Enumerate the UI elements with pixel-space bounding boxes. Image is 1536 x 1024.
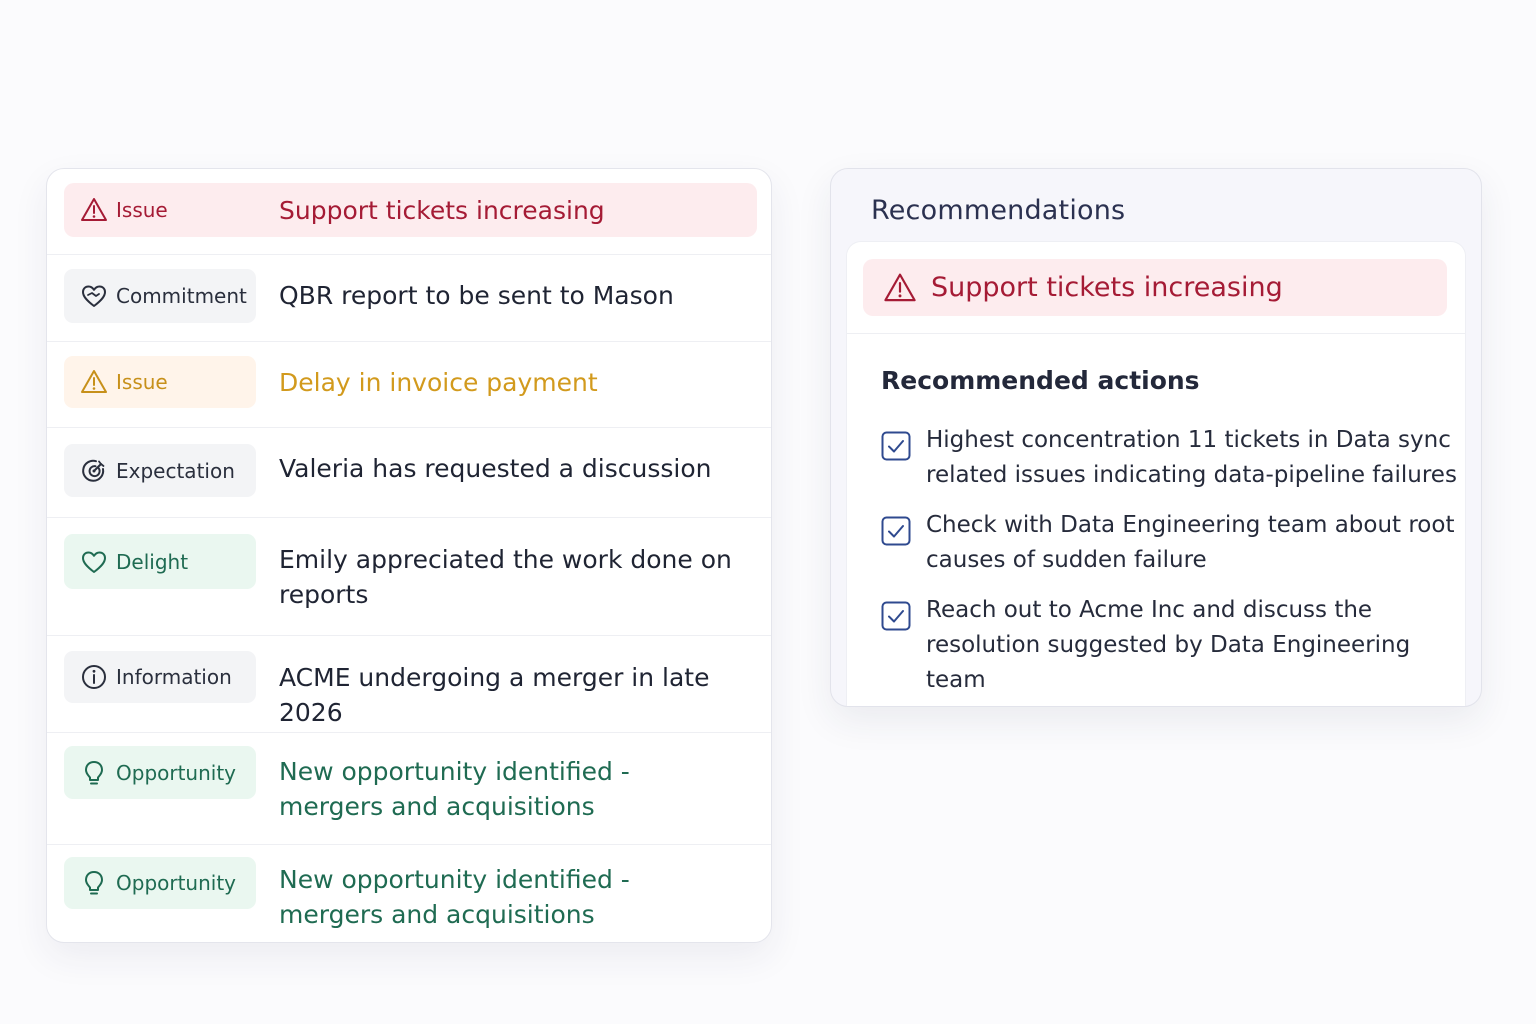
tag-expectation: Expectation — [64, 444, 256, 497]
tag-information: Information — [64, 651, 256, 703]
divider — [847, 333, 1465, 334]
action-text: Highest concentration 11 tickets in Data… — [926, 427, 1457, 488]
signal-row-delight[interactable]: Delight Emily appreciated the work done … — [47, 517, 771, 636]
tag-label: Opportunity — [116, 760, 237, 785]
signal-text: Support tickets increasing — [279, 196, 605, 225]
issue-banner[interactable]: Support tickets increasing — [863, 259, 1447, 316]
tag-label: Opportunity — [116, 871, 237, 895]
handshake-heart-icon — [80, 282, 108, 310]
signal-text: New opportunity identified - mergers and… — [279, 757, 630, 821]
heart-icon — [80, 548, 108, 576]
tag-issue: Issue — [64, 183, 256, 237]
checkbox-checked-icon[interactable] — [881, 516, 911, 546]
tag-label: Delight — [116, 549, 189, 574]
tag-commitment: Commitment — [64, 269, 256, 323]
signal-text: Valeria has requested a discussion — [279, 454, 712, 483]
issue-banner-text: Support tickets increasing — [931, 272, 1283, 303]
signal-text: Delay in invoice payment — [279, 368, 598, 397]
target-icon — [80, 457, 108, 485]
signal-text: New opportunity identified - mergers and… — [279, 865, 630, 929]
recommended-actions-heading: Recommended actions — [881, 366, 1200, 395]
lightbulb-icon — [80, 869, 108, 897]
tag-label: Issue — [116, 370, 168, 394]
signal-text: ACME undergoing a merger in late 2026 — [279, 663, 710, 727]
signal-text: Emily appreciated the work done on repor… — [279, 545, 732, 609]
recommendations-content: Support tickets increasing Recommended a… — [847, 242, 1465, 706]
warning-icon — [883, 271, 917, 305]
checkbox-checked-icon[interactable] — [881, 601, 911, 631]
warning-icon — [80, 368, 108, 396]
signals-card: Issue Support tickets increasing Commitm… — [46, 168, 772, 943]
signal-row-issue-invoice[interactable]: Issue Delay in invoice payment — [47, 341, 771, 428]
signal-row-opportunity[interactable]: Opportunity New opportunity identified -… — [47, 844, 771, 942]
tag-opportunity: Opportunity — [64, 746, 256, 799]
action-text: Check with Data Engineering team about r… — [926, 512, 1455, 573]
tag-opportunity: Opportunity — [64, 857, 256, 909]
checkbox-checked-icon[interactable] — [881, 431, 911, 461]
tag-label: Commitment — [116, 284, 247, 308]
signal-row-opportunity[interactable]: Opportunity New opportunity identified -… — [47, 732, 771, 845]
tag-label: Issue — [116, 198, 168, 222]
signal-row-issue-support[interactable]: Issue Support tickets increasing — [47, 169, 771, 255]
warning-icon — [80, 196, 108, 224]
tag-delight: Delight — [64, 534, 256, 589]
tag-label: Expectation — [116, 458, 235, 483]
tag-label: Information — [116, 665, 232, 689]
signal-row-expectation[interactable]: Expectation Valeria has requested a disc… — [47, 427, 771, 518]
action-text: Reach out to Acme Inc and discuss the re… — [926, 597, 1411, 693]
recommendations-panel: Recommendations Support tickets increasi… — [830, 168, 1482, 707]
signal-row-commitment[interactable]: Commitment QBR report to be sent to Maso… — [47, 254, 771, 342]
lightbulb-icon — [80, 759, 108, 787]
info-icon — [80, 663, 108, 691]
tag-issue: Issue — [64, 356, 256, 408]
signal-row-information[interactable]: Information ACME undergoing a merger in … — [47, 635, 771, 733]
recommendations-title: Recommendations — [871, 195, 1126, 226]
signal-text: QBR report to be sent to Mason — [279, 281, 674, 310]
